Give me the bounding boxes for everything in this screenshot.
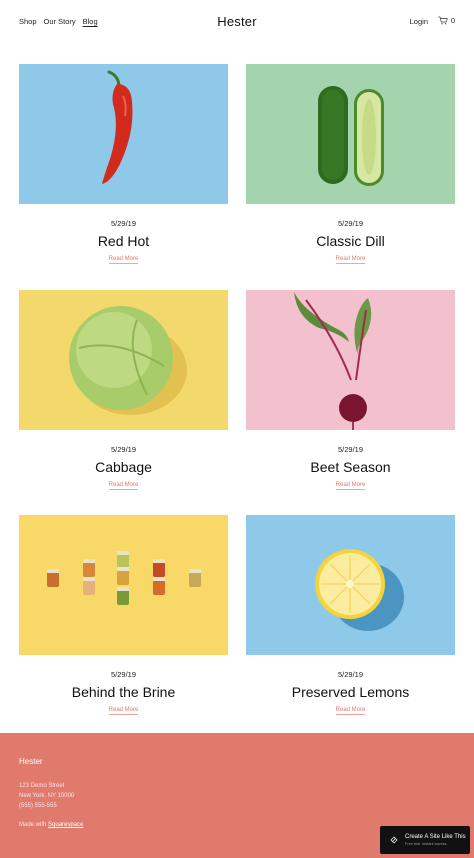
blog-post-card: 5/29/19 Beet Season Read More	[246, 290, 455, 490]
post-image[interactable]	[19, 515, 228, 655]
post-title[interactable]: Beet Season	[246, 459, 455, 475]
post-image[interactable]	[19, 290, 228, 430]
squarespace-link[interactable]: Squarespace	[48, 822, 83, 828]
post-title[interactable]: Preserved Lemons	[246, 684, 455, 700]
post-date: 5/29/19	[110, 219, 137, 228]
post-date: 5/29/19	[110, 670, 137, 679]
address-line: New York, NY 10000	[19, 793, 75, 799]
post-title[interactable]: Behind the Brine	[19, 684, 228, 700]
blog-post-card: 5/29/19 Behind the Brine Read More	[19, 515, 228, 715]
post-date: 5/29/19	[337, 445, 364, 454]
badge-title: Create A Site Like This	[405, 834, 466, 840]
blog-post-card: 5/29/19 Cabbage Read More	[19, 290, 228, 490]
address-line: 123 Demo Street	[19, 783, 65, 789]
site-logo[interactable]: Hester	[0, 14, 474, 29]
post-title[interactable]: Cabbage	[19, 459, 228, 475]
read-more-link[interactable]: Read More	[19, 707, 228, 715]
read-more-link[interactable]: Read More	[19, 482, 228, 490]
footer-brand: Hester	[19, 757, 43, 766]
squarespace-logo-icon	[390, 836, 398, 844]
cart-count: 0	[450, 16, 455, 25]
post-date: 5/29/19	[337, 670, 364, 679]
post-image[interactable]	[246, 515, 455, 655]
phone-number: (555) 555-555	[19, 803, 57, 809]
post-image[interactable]	[19, 64, 228, 204]
read-more-link[interactable]: Read More	[246, 482, 455, 490]
post-image[interactable]	[246, 64, 455, 204]
blog-post-card: 5/29/19 Preserved Lemons Read More	[246, 515, 455, 715]
footer-address: 123 Demo Street New York, NY 10000 (555)…	[19, 781, 74, 811]
read-more-link[interactable]: Read More	[246, 256, 455, 264]
blog-post-card: 5/29/19 Red Hot Read More	[19, 64, 228, 264]
login-link[interactable]: Login	[410, 17, 428, 26]
create-site-badge[interactable]: Create A Site Like This Free trial. Inst…	[380, 826, 470, 854]
badge-subtitle: Free trial. Instant access.	[405, 842, 448, 846]
post-title[interactable]: Red Hot	[19, 233, 228, 249]
read-more-link[interactable]: Read More	[246, 707, 455, 715]
cart-icon	[438, 16, 448, 25]
site-header: Shop Our Story Blog Hester Login 0	[0, 0, 474, 44]
post-title[interactable]: Classic Dill	[246, 233, 455, 249]
read-more-link[interactable]: Read More	[19, 256, 228, 264]
blog-post-card: 5/29/19 Classic Dill Read More	[246, 64, 455, 264]
post-image[interactable]	[246, 290, 455, 430]
post-date: 5/29/19	[337, 219, 364, 228]
cart-button[interactable]: 0	[438, 16, 455, 25]
post-date: 5/29/19	[110, 445, 137, 454]
made-with-text: Made with Squarespace	[19, 822, 84, 828]
